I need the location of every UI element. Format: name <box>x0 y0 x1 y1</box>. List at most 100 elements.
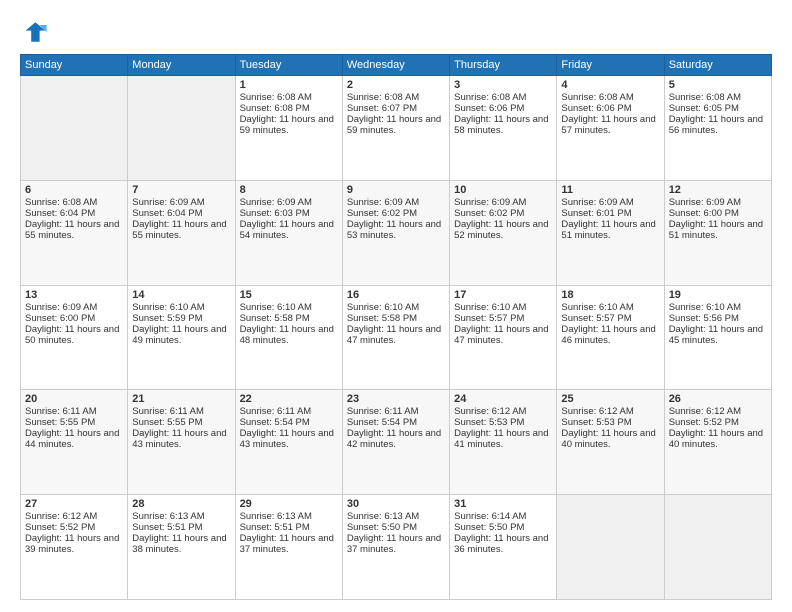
header-wednesday: Wednesday <box>342 55 449 76</box>
daylight-text: Daylight: 11 hours and 46 minutes. <box>561 324 659 346</box>
day-number: 26 <box>669 393 767 405</box>
day-number: 18 <box>561 289 659 301</box>
calendar-cell: 16Sunrise: 6:10 AMSunset: 5:58 PMDayligh… <box>342 285 449 390</box>
daylight-text: Daylight: 11 hours and 52 minutes. <box>454 219 552 241</box>
calendar-cell: 13Sunrise: 6:09 AMSunset: 6:00 PMDayligh… <box>21 285 128 390</box>
sunset-text: Sunset: 5:51 PM <box>240 522 338 533</box>
calendar-cell: 18Sunrise: 6:10 AMSunset: 5:57 PMDayligh… <box>557 285 664 390</box>
daylight-text: Daylight: 11 hours and 39 minutes. <box>25 533 123 555</box>
sunset-text: Sunset: 5:58 PM <box>240 313 338 324</box>
sunrise-text: Sunrise: 6:10 AM <box>347 302 445 313</box>
sunrise-text: Sunrise: 6:13 AM <box>132 511 230 522</box>
header-monday: Monday <box>128 55 235 76</box>
daylight-text: Daylight: 11 hours and 42 minutes. <box>347 428 445 450</box>
calendar-cell: 24Sunrise: 6:12 AMSunset: 5:53 PMDayligh… <box>450 390 557 495</box>
logo <box>20 18 52 46</box>
daylight-text: Daylight: 11 hours and 59 minutes. <box>240 114 338 136</box>
sunset-text: Sunset: 5:55 PM <box>25 417 123 428</box>
sunrise-text: Sunrise: 6:08 AM <box>240 92 338 103</box>
calendar-cell: 8Sunrise: 6:09 AMSunset: 6:03 PMDaylight… <box>235 180 342 285</box>
sunset-text: Sunset: 5:51 PM <box>132 522 230 533</box>
calendar-cell: 4Sunrise: 6:08 AMSunset: 6:06 PMDaylight… <box>557 76 664 181</box>
day-number: 29 <box>240 498 338 510</box>
calendar-cell: 3Sunrise: 6:08 AMSunset: 6:06 PMDaylight… <box>450 76 557 181</box>
day-number: 20 <box>25 393 123 405</box>
calendar-cell: 15Sunrise: 6:10 AMSunset: 5:58 PMDayligh… <box>235 285 342 390</box>
sunrise-text: Sunrise: 6:09 AM <box>25 302 123 313</box>
header <box>20 18 772 46</box>
logo-icon <box>20 18 48 46</box>
calendar-cell: 31Sunrise: 6:14 AMSunset: 5:50 PMDayligh… <box>450 495 557 600</box>
sunset-text: Sunset: 5:55 PM <box>132 417 230 428</box>
sunset-text: Sunset: 6:08 PM <box>240 103 338 114</box>
sunset-text: Sunset: 5:56 PM <box>669 313 767 324</box>
sunrise-text: Sunrise: 6:11 AM <box>240 406 338 417</box>
calendar-cell: 26Sunrise: 6:12 AMSunset: 5:52 PMDayligh… <box>664 390 771 495</box>
sunrise-text: Sunrise: 6:08 AM <box>454 92 552 103</box>
calendar-cell <box>128 76 235 181</box>
sunrise-text: Sunrise: 6:08 AM <box>25 197 123 208</box>
calendar-table: SundayMondayTuesdayWednesdayThursdayFrid… <box>20 54 772 600</box>
sunrise-text: Sunrise: 6:11 AM <box>132 406 230 417</box>
header-thursday: Thursday <box>450 55 557 76</box>
sunset-text: Sunset: 5:57 PM <box>561 313 659 324</box>
day-number: 7 <box>132 184 230 196</box>
sunset-text: Sunset: 5:54 PM <box>347 417 445 428</box>
sunrise-text: Sunrise: 6:10 AM <box>454 302 552 313</box>
sunset-text: Sunset: 5:59 PM <box>132 313 230 324</box>
day-number: 14 <box>132 289 230 301</box>
sunset-text: Sunset: 6:03 PM <box>240 208 338 219</box>
sunrise-text: Sunrise: 6:09 AM <box>132 197 230 208</box>
day-number: 28 <box>132 498 230 510</box>
calendar-cell: 21Sunrise: 6:11 AMSunset: 5:55 PMDayligh… <box>128 390 235 495</box>
calendar-cell: 30Sunrise: 6:13 AMSunset: 5:50 PMDayligh… <box>342 495 449 600</box>
sunset-text: Sunset: 6:04 PM <box>132 208 230 219</box>
sunset-text: Sunset: 5:50 PM <box>454 522 552 533</box>
day-number: 8 <box>240 184 338 196</box>
page: SundayMondayTuesdayWednesdayThursdayFrid… <box>0 0 792 612</box>
daylight-text: Daylight: 11 hours and 51 minutes. <box>561 219 659 241</box>
calendar-cell: 12Sunrise: 6:09 AMSunset: 6:00 PMDayligh… <box>664 180 771 285</box>
daylight-text: Daylight: 11 hours and 55 minutes. <box>25 219 123 241</box>
sunset-text: Sunset: 5:58 PM <box>347 313 445 324</box>
daylight-text: Daylight: 11 hours and 43 minutes. <box>132 428 230 450</box>
daylight-text: Daylight: 11 hours and 55 minutes. <box>132 219 230 241</box>
sunrise-text: Sunrise: 6:08 AM <box>347 92 445 103</box>
calendar-cell: 7Sunrise: 6:09 AMSunset: 6:04 PMDaylight… <box>128 180 235 285</box>
sunrise-text: Sunrise: 6:09 AM <box>669 197 767 208</box>
daylight-text: Daylight: 11 hours and 51 minutes. <box>669 219 767 241</box>
daylight-text: Daylight: 11 hours and 43 minutes. <box>240 428 338 450</box>
daylight-text: Daylight: 11 hours and 58 minutes. <box>454 114 552 136</box>
sunrise-text: Sunrise: 6:12 AM <box>454 406 552 417</box>
calendar-cell: 27Sunrise: 6:12 AMSunset: 5:52 PMDayligh… <box>21 495 128 600</box>
calendar-week-4: 27Sunrise: 6:12 AMSunset: 5:52 PMDayligh… <box>21 495 772 600</box>
daylight-text: Daylight: 11 hours and 37 minutes. <box>240 533 338 555</box>
header-friday: Friday <box>557 55 664 76</box>
calendar-cell: 29Sunrise: 6:13 AMSunset: 5:51 PMDayligh… <box>235 495 342 600</box>
calendar-cell: 23Sunrise: 6:11 AMSunset: 5:54 PMDayligh… <box>342 390 449 495</box>
day-number: 24 <box>454 393 552 405</box>
header-saturday: Saturday <box>664 55 771 76</box>
sunrise-text: Sunrise: 6:09 AM <box>240 197 338 208</box>
sunset-text: Sunset: 6:00 PM <box>669 208 767 219</box>
sunrise-text: Sunrise: 6:08 AM <box>669 92 767 103</box>
calendar-cell: 11Sunrise: 6:09 AMSunset: 6:01 PMDayligh… <box>557 180 664 285</box>
daylight-text: Daylight: 11 hours and 40 minutes. <box>561 428 659 450</box>
calendar-cell: 14Sunrise: 6:10 AMSunset: 5:59 PMDayligh… <box>128 285 235 390</box>
daylight-text: Daylight: 11 hours and 59 minutes. <box>347 114 445 136</box>
sunrise-text: Sunrise: 6:10 AM <box>240 302 338 313</box>
sunset-text: Sunset: 5:54 PM <box>240 417 338 428</box>
calendar-cell: 9Sunrise: 6:09 AMSunset: 6:02 PMDaylight… <box>342 180 449 285</box>
day-number: 19 <box>669 289 767 301</box>
day-number: 15 <box>240 289 338 301</box>
daylight-text: Daylight: 11 hours and 49 minutes. <box>132 324 230 346</box>
sunrise-text: Sunrise: 6:12 AM <box>669 406 767 417</box>
sunrise-text: Sunrise: 6:10 AM <box>132 302 230 313</box>
sunset-text: Sunset: 5:57 PM <box>454 313 552 324</box>
day-number: 11 <box>561 184 659 196</box>
day-number: 1 <box>240 79 338 91</box>
sunrise-text: Sunrise: 6:09 AM <box>454 197 552 208</box>
sunrise-text: Sunrise: 6:08 AM <box>561 92 659 103</box>
sunset-text: Sunset: 5:50 PM <box>347 522 445 533</box>
daylight-text: Daylight: 11 hours and 44 minutes. <box>25 428 123 450</box>
